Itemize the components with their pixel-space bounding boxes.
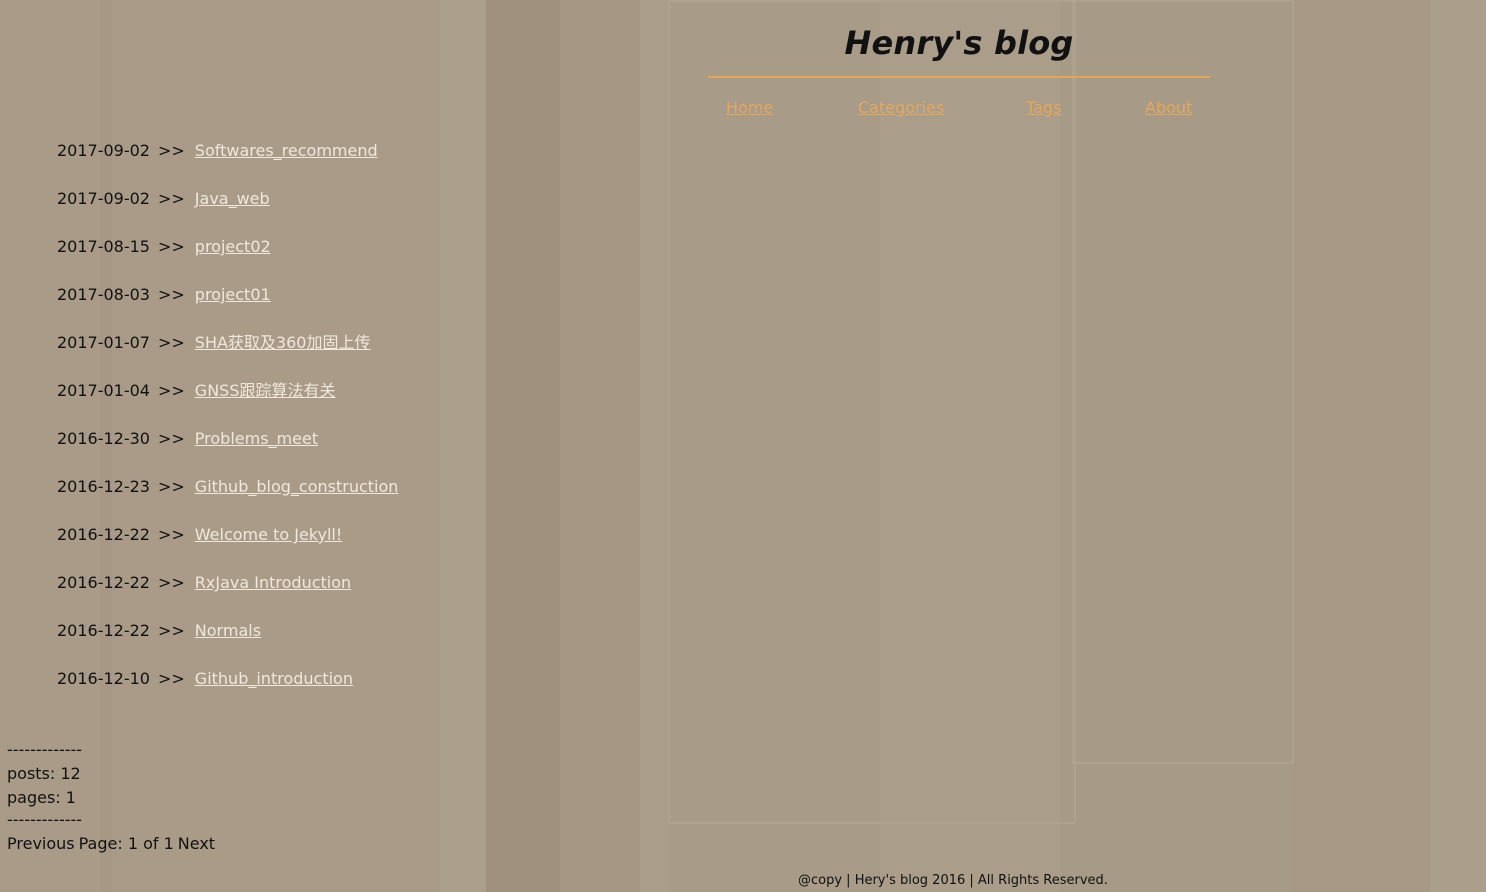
post-date: 2017-09-02 <box>57 141 150 160</box>
post-date: 2016-12-22 <box>57 573 150 592</box>
post-link[interactable]: Normals <box>195 621 261 640</box>
post-link[interactable]: SHA获取及360加固上传 <box>195 333 371 352</box>
post-list-item: 2017-09-02 >> Softwares_recommend <box>57 138 398 186</box>
post-link[interactable]: Problems_meet <box>195 429 318 448</box>
post-separator: >> <box>157 573 185 592</box>
post-list-item: 2016-12-23 >> Github_blog_construction <box>57 474 398 522</box>
post-list-item: 2016-12-22 >> RxJava Introduction <box>57 570 398 618</box>
post-date: 2016-12-23 <box>57 477 150 496</box>
pagination: Previous Page: 1 of 1 Next <box>7 832 219 856</box>
post-list-item: 2017-01-04 >> GNSS跟踪算法有关 <box>57 378 398 426</box>
post-link[interactable]: project02 <box>195 237 271 256</box>
blog-stats: ------------- posts: 12 pages: 1 -------… <box>7 738 219 856</box>
post-date: 2016-12-10 <box>57 669 150 688</box>
post-list-item: 2017-08-15 >> project02 <box>57 234 398 282</box>
title-divider <box>708 76 1210 78</box>
post-list-item: 2016-12-30 >> Problems_meet <box>57 426 398 474</box>
post-link[interactable]: project01 <box>195 285 271 304</box>
post-list-item: 2016-12-10 >> Github_introduction <box>57 666 398 714</box>
post-date: 2017-09-02 <box>57 189 150 208</box>
post-separator: >> <box>157 189 185 208</box>
post-date: 2016-12-22 <box>57 621 150 640</box>
stats-divider-bottom: ------------- <box>7 810 83 829</box>
post-separator: >> <box>157 333 185 352</box>
post-link[interactable]: RxJava Introduction <box>195 573 351 592</box>
post-date: 2017-08-03 <box>57 285 150 304</box>
post-separator: >> <box>157 669 185 688</box>
post-date: 2016-12-30 <box>57 429 150 448</box>
main-nav: Home Categories Tags About <box>708 98 1210 122</box>
site-title: Henry's blog <box>844 24 1074 62</box>
pages-count: pages: 1 <box>7 788 76 807</box>
next-page[interactable]: Next <box>178 834 215 853</box>
nav-home-link[interactable]: Home <box>726 98 773 117</box>
post-link[interactable]: Welcome to Jekyll! <box>195 525 342 544</box>
post-link[interactable]: Github_blog_construction <box>195 477 399 496</box>
post-list-item: 2016-12-22 >> Normals <box>57 618 398 666</box>
post-separator: >> <box>157 525 185 544</box>
post-separator: >> <box>157 621 185 640</box>
post-list-item: 2017-01-07 >> SHA获取及360加固上传 <box>57 330 398 378</box>
post-separator: >> <box>157 429 185 448</box>
footer-copyright: @copy | Hery's blog 2016 | All Rights Re… <box>798 873 1108 888</box>
post-link[interactable]: Softwares_recommend <box>195 141 378 160</box>
post-list: 2017-09-02 >> Softwares_recommend 2017-09-… <box>57 138 398 714</box>
post-date: 2017-01-07 <box>57 333 150 352</box>
nav-about-link[interactable]: About <box>1145 98 1192 117</box>
post-link[interactable]: GNSS跟踪算法有关 <box>195 381 336 400</box>
post-list-item: 2017-09-02 >> Java_web <box>57 186 398 234</box>
nav-tags-link[interactable]: Tags <box>1026 98 1061 117</box>
post-separator: >> <box>157 477 185 496</box>
previous-page[interactable]: Previous <box>7 834 75 853</box>
stats-divider-top: ------------- <box>7 740 83 759</box>
post-separator: >> <box>157 237 185 256</box>
post-date: 2017-08-15 <box>57 237 150 256</box>
post-date: 2017-01-04 <box>57 381 150 400</box>
post-separator: >> <box>157 285 185 304</box>
post-list-item: 2016-12-22 >> Welcome to Jekyll! <box>57 522 398 570</box>
background-door-frame <box>668 0 1076 824</box>
nav-categories-link[interactable]: Categories <box>858 98 944 117</box>
posts-count: posts: 12 <box>7 764 81 783</box>
post-separator: >> <box>157 381 185 400</box>
post-link[interactable]: Github_introduction <box>195 669 353 688</box>
page-status: Page: 1 of 1 <box>78 834 174 853</box>
post-date: 2016-12-22 <box>57 525 150 544</box>
post-list-item: 2017-08-03 >> project01 <box>57 282 398 330</box>
post-separator: >> <box>157 141 185 160</box>
post-link[interactable]: Java_web <box>195 189 270 208</box>
